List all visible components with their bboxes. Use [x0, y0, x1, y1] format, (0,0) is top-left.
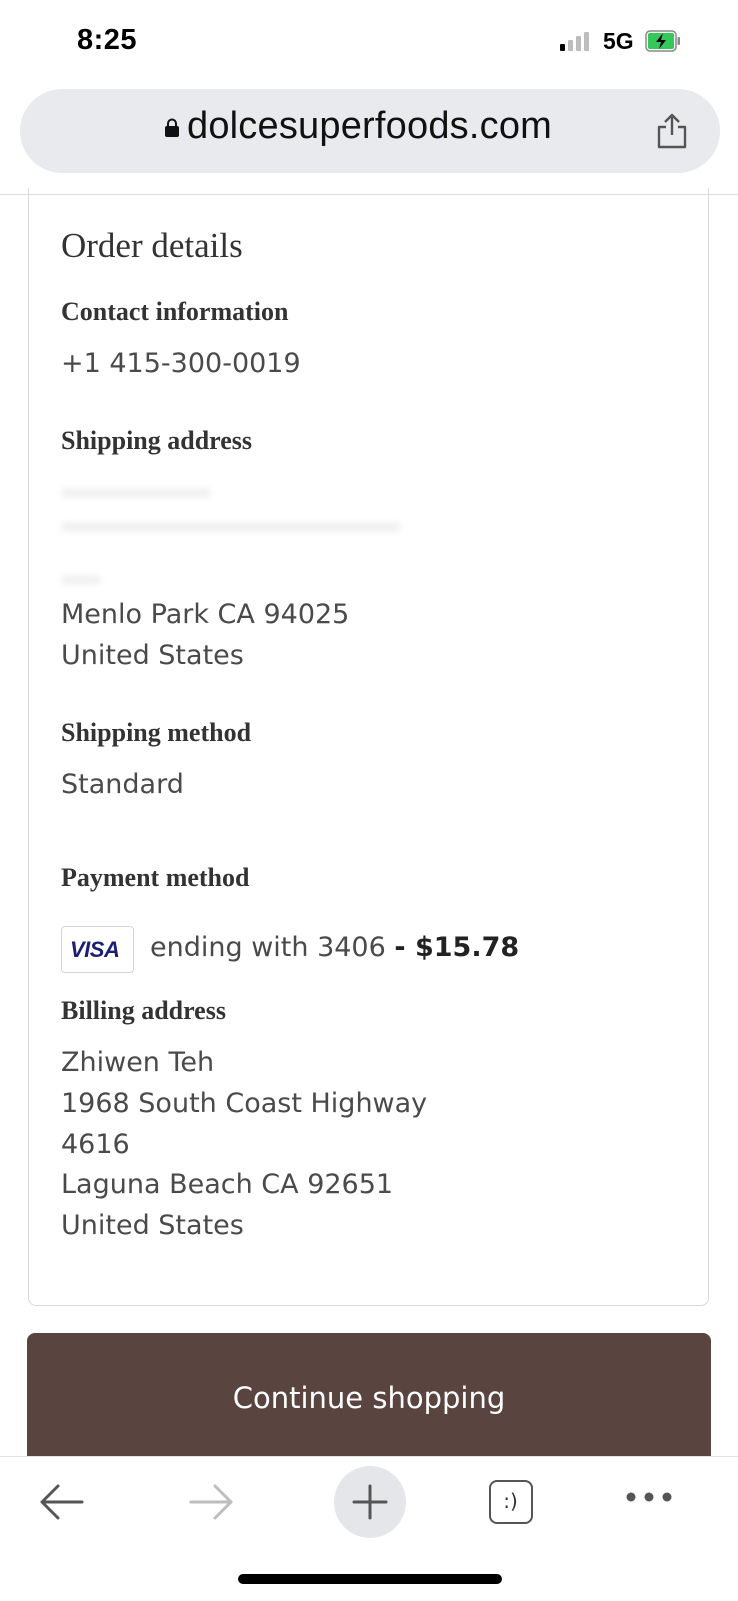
shipping-city-line: Menlo Park CA 94025 [61, 599, 350, 630]
billing-line: 4616 [61, 1129, 130, 1160]
signal-strength-icon [560, 32, 589, 51]
shipping-method-heading: Shipping method [61, 718, 252, 747]
new-tab-button[interactable] [334, 1466, 406, 1538]
redacted-unit [61, 575, 101, 585]
billing-line: Laguna Beach CA 92651 [61, 1169, 394, 1200]
payment-amount: - $15.78 [394, 932, 520, 963]
contact-information-heading: Contact information [61, 297, 289, 326]
order-details-title: Order details [61, 226, 243, 265]
home-indicator [238, 1574, 502, 1584]
billing-address-heading: Billing address [61, 996, 226, 1025]
card-ending: ending with 3406 [150, 932, 386, 963]
billing-line: United States [61, 1210, 244, 1241]
shipping-country: United States [61, 640, 244, 671]
visa-card-icon: VISA [61, 926, 134, 973]
status-time: 8:25 [77, 24, 138, 56]
tabs-icon-label: :) [503, 1489, 518, 1513]
plus-icon [352, 1484, 388, 1520]
network-type: 5G [603, 28, 634, 54]
more-options-icon[interactable] [624, 1490, 674, 1504]
redacted-name [61, 488, 211, 498]
shipping-method-value: Standard [61, 769, 184, 800]
share-icon[interactable] [655, 112, 689, 150]
status-bar: 8:25 5G [0, 0, 738, 84]
tabs-button[interactable]: :) [489, 1480, 533, 1524]
lock-icon [165, 118, 179, 137]
contact-phone: +1 415-300-0019 [61, 348, 301, 379]
forward-arrow-icon[interactable] [189, 1482, 235, 1522]
payment-summary: ending with 3406 - $15.78 [150, 932, 519, 963]
battery-charging-icon [645, 30, 680, 52]
continue-shopping-button[interactable]: Continue shopping [27, 1333, 711, 1459]
back-arrow-icon[interactable] [38, 1482, 84, 1522]
payment-method-heading: Payment method [61, 863, 250, 892]
billing-line: Zhiwen Teh [61, 1047, 215, 1078]
card-brand-label: VISA [70, 937, 120, 962]
url-text[interactable]: dolcesuperfoods.com [187, 105, 552, 148]
shipping-address-heading: Shipping address [61, 426, 253, 455]
continue-shopping-label: Continue shopping [232, 1381, 506, 1415]
billing-line: 1968 South Coast Highway [61, 1088, 428, 1119]
redacted-street [61, 522, 401, 532]
